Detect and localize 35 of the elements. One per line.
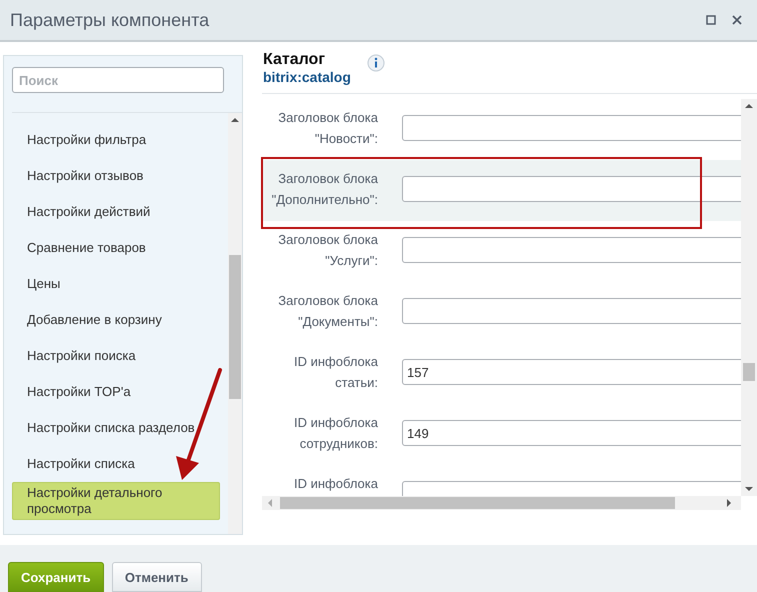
field-label: Заголовок блока "Дополнительно": <box>270 170 378 209</box>
sidebar-item[interactable]: Настройки поиска <box>12 338 220 374</box>
text-field[interactable] <box>402 115 741 141</box>
field-label: Заголовок блока "Новости": <box>277 109 378 148</box>
sidebar-item[interactable]: Настройки действий <box>12 194 220 230</box>
text-field[interactable] <box>402 176 741 202</box>
scrollbar[interactable] <box>262 496 741 510</box>
text-field[interactable] <box>402 237 741 263</box>
scrollbar[interactable] <box>228 113 242 534</box>
sidebar-item[interactable]: Настройки отзывов <box>12 158 220 194</box>
scrollbar[interactable] <box>741 99 757 496</box>
sidebar-item[interactable]: Настройки детального просмотра <box>12 482 220 520</box>
sidebar-item[interactable]: Настройки списка разделов <box>12 410 220 446</box>
sidebar-item[interactable]: Настройки фильтра <box>12 122 220 158</box>
info-icon[interactable] <box>366 54 385 72</box>
window-title: Параметры компонента <box>10 10 210 30</box>
sidebar-item[interactable]: Цены <box>12 266 220 302</box>
field-label: ID инфоблока сотрудников: <box>292 414 378 453</box>
sidebar-item[interactable]: Сравнение товаров <box>12 230 220 266</box>
field-label: ID инфоблока статьи: <box>292 353 378 392</box>
text-field[interactable] <box>402 298 741 324</box>
component-title: Каталог <box>263 51 326 69</box>
field-label: Заголовок блока "Документы": <box>277 292 378 331</box>
sidebar-item[interactable]: Настройки списка <box>12 446 220 482</box>
sidebar-item[interactable]: Добавление в корзину <box>12 302 220 338</box>
cancel-button[interactable]: Отменить <box>112 562 202 592</box>
component-code: bitrix:catalog <box>263 69 351 85</box>
search-field[interactable]: Поиск <box>12 67 224 93</box>
field-label: Заголовок блока "Услуги": <box>277 231 378 270</box>
field-label: ID инфоблока <box>292 475 378 493</box>
text-field[interactable]: 149 <box>402 420 741 446</box>
close-icon[interactable] <box>732 15 742 25</box>
text-field[interactable]: 157 <box>402 359 741 385</box>
sidebar-item[interactable]: Настройки TOP'а <box>12 374 220 410</box>
maximize-icon[interactable] <box>706 15 716 25</box>
